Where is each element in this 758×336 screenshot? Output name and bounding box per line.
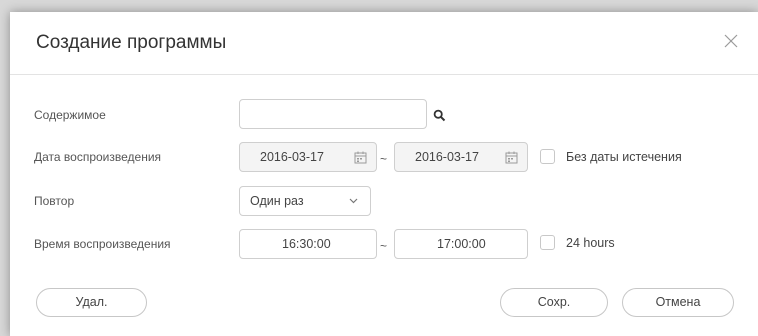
calendar-icon[interactable] xyxy=(354,151,367,164)
start-time-field[interactable]: 16:30:00 xyxy=(239,229,377,259)
end-time-field[interactable]: 17:00:00 xyxy=(394,229,528,259)
repeat-select[interactable]: Один раз xyxy=(239,186,371,216)
dialog-header: Создание программы xyxy=(10,12,758,75)
chevron-down-icon xyxy=(349,198,358,204)
repeat-selected-value: Один раз xyxy=(250,194,304,208)
no-expiry-checkbox[interactable] xyxy=(540,149,555,164)
delete-button[interactable]: Удал. xyxy=(36,288,147,317)
time-range-separator: ~ xyxy=(380,239,388,253)
cancel-button[interactable]: Отмена xyxy=(622,288,734,317)
start-time-value: 16:30:00 xyxy=(282,237,331,251)
end-date-value: 2016-03-17 xyxy=(415,150,479,164)
end-date-field[interactable]: 2016-03-17 xyxy=(394,142,528,172)
end-time-value: 17:00:00 xyxy=(437,237,486,251)
start-date-value: 2016-03-17 xyxy=(260,150,324,164)
calendar-icon[interactable] xyxy=(505,151,518,164)
close-icon[interactable] xyxy=(722,32,740,50)
no-expiry-label: Без даты истечения xyxy=(566,150,682,164)
all-day-label: 24 hours xyxy=(566,236,615,250)
all-day-checkbox[interactable] xyxy=(540,235,555,250)
save-button[interactable]: Сохр. xyxy=(500,288,608,317)
playback-time-label: Время воспроизведения xyxy=(34,237,171,251)
content-label: Содержимое xyxy=(34,108,106,122)
dialog-title: Создание программы xyxy=(36,32,227,53)
search-icon[interactable] xyxy=(433,109,446,122)
create-program-dialog: Создание программы Содержимое Дата воспр… xyxy=(10,12,758,336)
date-range-separator: ~ xyxy=(380,152,388,166)
repeat-label: Повтор xyxy=(34,194,75,208)
start-date-field[interactable]: 2016-03-17 xyxy=(239,142,377,172)
content-input[interactable] xyxy=(239,99,427,129)
playback-date-label: Дата воспроизведения xyxy=(34,150,162,164)
